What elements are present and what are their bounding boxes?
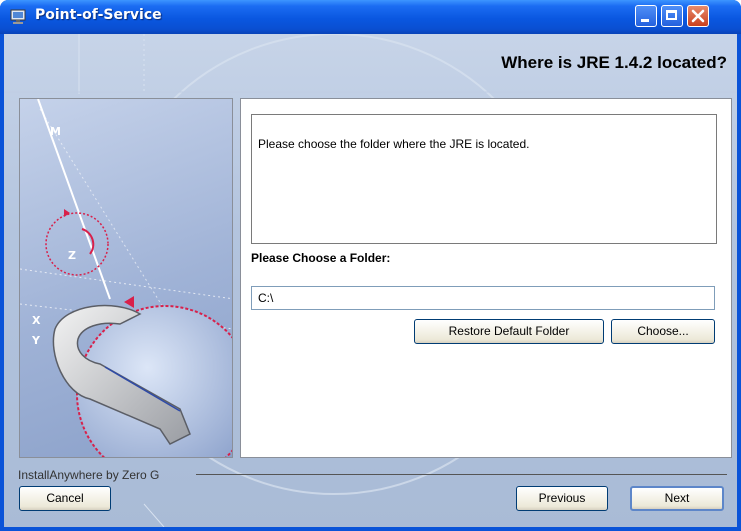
side-graphic-panel: M Z X Y	[19, 98, 233, 458]
title-bar[interactable]: Point-of-Service	[0, 0, 741, 34]
divider-line	[196, 474, 727, 475]
installer-window: Point-of-Service Where is JRE 1.4.2 loca…	[0, 0, 741, 531]
vendor-label: InstallAnywhere by Zero G	[18, 468, 160, 482]
content-panel: Please choose the folder where the JRE i…	[240, 98, 732, 458]
axis-label-m: M	[50, 125, 61, 138]
page-heading: Where is JRE 1.4.2 located?	[501, 53, 727, 72]
folder-path-input[interactable]	[251, 286, 715, 310]
client-area: Where is JRE 1.4.2 located? M Z X Y Plea…	[4, 34, 737, 527]
wrench-illustration: M Z X Y	[20, 99, 232, 457]
restore-default-folder-button[interactable]: Restore Default Folder	[414, 319, 604, 344]
instruction-text: Please choose the folder where the JRE i…	[258, 137, 530, 151]
next-button[interactable]: Next	[630, 486, 724, 511]
close-icon	[691, 9, 705, 23]
close-button[interactable]	[687, 5, 709, 27]
maximize-button[interactable]	[661, 5, 683, 27]
cancel-button[interactable]: Cancel	[19, 486, 111, 511]
vendor-divider: InstallAnywhere by Zero G	[18, 468, 727, 482]
axis-label-z: Z	[68, 249, 76, 262]
minimize-button[interactable]	[635, 5, 657, 27]
message-box: Please choose the folder where the JRE i…	[251, 114, 717, 244]
previous-button[interactable]: Previous	[516, 486, 608, 511]
choose-folder-button[interactable]: Choose...	[611, 319, 715, 344]
axis-label-y: Y	[31, 334, 41, 347]
axis-label-x: X	[32, 314, 41, 327]
window-title: Point-of-Service	[35, 7, 162, 23]
computer-icon	[10, 9, 26, 24]
choose-folder-label: Please Choose a Folder:	[251, 251, 391, 265]
